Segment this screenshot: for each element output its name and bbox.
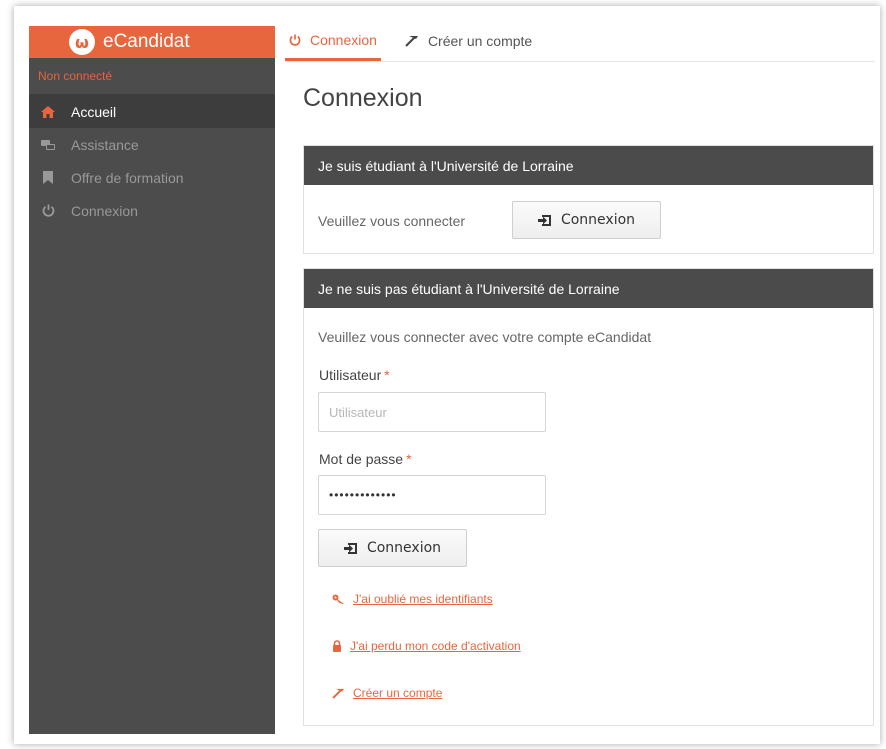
password-label-text: Mot de passe — [319, 451, 404, 467]
ecandidat-connexion-button[interactable]: Connexion — [318, 529, 467, 567]
logo-icon: ω — [69, 29, 95, 55]
bookmark-icon — [40, 170, 56, 186]
sign-in-icon — [537, 214, 551, 226]
power-icon — [289, 33, 301, 46]
forgot-credentials-link[interactable]: J'ai oublié mes identifiants — [332, 592, 493, 606]
student-login-prompt: Veuillez vous connecter — [318, 213, 466, 229]
sidebar-item-label: Connexion — [71, 202, 138, 219]
sidebar-item-assistance[interactable]: Assistance — [29, 128, 275, 161]
sidebar-item-label: Accueil — [71, 103, 117, 120]
ecandidat-login-prompt: Veuillez vous connecter avec votre compt… — [318, 329, 652, 345]
required-mark: * — [406, 451, 412, 467]
link-label: J'ai perdu mon code d'activation — [350, 639, 521, 653]
username-label-text: Utilisateur — [319, 367, 382, 383]
support-icon — [40, 137, 56, 153]
link-label: J'ai oublié mes identifiants — [353, 592, 493, 606]
create-account-link[interactable]: Créer un compte — [332, 686, 442, 700]
tab-label: Créer un compte — [427, 33, 533, 49]
panel-heading: Je ne suis pas étudiant à l'Université d… — [304, 269, 873, 308]
sidebar-item-offre-de-formation[interactable]: Offre de formation — [29, 161, 275, 194]
required-mark: * — [384, 367, 390, 383]
button-label: Connexion — [366, 540, 442, 556]
panel-heading: Je suis étudiant à l'Université de Lorra… — [304, 146, 873, 185]
home-icon — [40, 104, 56, 120]
tab-connexion[interactable]: Connexion — [285, 21, 381, 61]
sidebar-item-accueil[interactable]: Accueil — [29, 95, 275, 128]
magic-wand-icon — [332, 688, 345, 699]
link-label: Créer un compte — [353, 686, 443, 700]
sidebar-item-label: Assistance — [71, 136, 139, 153]
username-input[interactable] — [318, 392, 546, 432]
power-icon — [40, 203, 56, 219]
lost-activation-code-link[interactable]: J'ai perdu mon code d'activation — [332, 639, 521, 653]
brand-header[interactable]: ω eCandidat — [29, 26, 275, 58]
sign-in-icon — [343, 542, 357, 554]
sidebar-item-connexion[interactable]: Connexion — [29, 194, 275, 227]
magic-wand-icon — [405, 35, 419, 47]
connection-status: Non connecté — [29, 58, 275, 95]
tab-creer-un-compte[interactable]: Créer un compte — [401, 21, 536, 61]
sidebar-item-label: Offre de formation — [71, 169, 184, 186]
brand-name: eCandidat — [103, 31, 190, 52]
top-tabs: Connexion Créer un compte — [285, 22, 875, 62]
sidebar: ω eCandidat Non connecté Accueil Assista… — [29, 26, 275, 734]
student-login-panel: Je suis étudiant à l'Université de Lorra… — [303, 145, 874, 254]
username-label: Utilisateur * — [319, 367, 390, 383]
student-connexion-button[interactable]: Connexion — [512, 201, 661, 239]
button-label: Connexion — [560, 212, 636, 228]
password-input[interactable]: ••••••••••••• — [318, 475, 546, 515]
key-icon — [332, 594, 345, 605]
password-label: Mot de passe * — [319, 451, 412, 467]
page-title: Connexion — [303, 84, 423, 112]
lock-icon — [332, 640, 342, 652]
tab-label: Connexion — [310, 31, 377, 48]
